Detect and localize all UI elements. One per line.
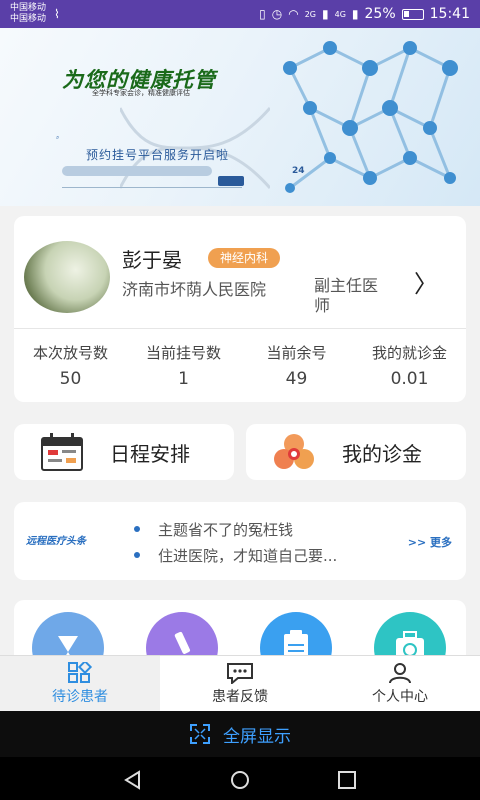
- doctor-avatar: [24, 241, 110, 313]
- stat-label: 当前余号: [266, 344, 327, 362]
- hospital-name: 济南市坏荫人民医院: [122, 280, 267, 299]
- stat-value: 1: [178, 369, 189, 389]
- vibrate-icon: ▯: [259, 7, 266, 21]
- news-item[interactable]: 主题省不了的冤枉钱: [134, 516, 337, 542]
- battery-percent: 25%: [364, 6, 396, 22]
- stat-remaining: 当前余号 49: [240, 342, 353, 389]
- carrier-1: 中国移动: [10, 3, 47, 13]
- fund-button[interactable]: 我的诊金: [246, 424, 466, 480]
- tab-waiting-patients[interactable]: 待诊患者: [0, 656, 160, 711]
- expand-icon: [190, 724, 210, 744]
- grid-icon: [68, 661, 93, 683]
- doctor-title: 副主任医师: [314, 276, 379, 315]
- tab-label: 个人中心: [372, 688, 428, 705]
- wifi-icon: ◠: [288, 7, 299, 21]
- banner-search-icon: ⌕: [56, 134, 60, 141]
- network-type-2: 4G: [334, 9, 346, 19]
- signal-icon-2: ▮: [351, 7, 359, 21]
- banner-submit-button: [218, 176, 244, 186]
- chat-icon: [227, 662, 253, 684]
- recents-icon[interactable]: [336, 769, 358, 791]
- banner-tip-strip: [62, 166, 212, 176]
- user-icon: [389, 662, 411, 683]
- news-card: 远程医疗头条 主题省不了的冤枉钱 住进医院，才知道自己要... >> 更多: [14, 502, 466, 580]
- banner-notice: 预约挂号平台服务开启啦: [86, 148, 230, 162]
- stats-row: 本次放号数 50 当前挂号数 1 当前余号 49 我的就诊金 0.01: [14, 342, 466, 389]
- stat-value: 0.01: [390, 369, 429, 389]
- stat-registered: 当前挂号数 1: [127, 342, 240, 389]
- status-bar: 中国移动 中国移动 ⌇ ▯ ◷ ◠ 2G ▮ 4G ▮ 25% 15:41: [0, 0, 480, 28]
- alarm-icon: ◷: [271, 7, 283, 21]
- carrier-info: 中国移动 中国移动: [10, 3, 46, 25]
- tab-label: 患者反馈: [212, 688, 268, 705]
- home-icon[interactable]: [229, 769, 251, 791]
- schedule-label: 日程安排: [110, 441, 190, 466]
- tab-label: 待诊患者: [52, 688, 108, 705]
- news-logo: 远程医疗头条: [26, 536, 86, 547]
- molecule-graphic: [283, 41, 458, 193]
- coins-icon: [274, 434, 314, 469]
- network-type-1: 2G: [304, 9, 316, 19]
- carrier-2: 中国移动: [10, 14, 47, 24]
- tab-patient-feedback[interactable]: 患者反馈: [160, 656, 320, 711]
- stat-value: 50: [59, 369, 82, 389]
- fullscreen-button[interactable]: 全屏显示: [0, 711, 480, 757]
- banner-subtitle: 全学科专家会诊，精准健康评估: [92, 89, 190, 97]
- doctor-card[interactable]: 彭于晏 神经内科 济南市坏荫人民医院 副主任医师 〉 本次放号数 50 当前挂号…: [14, 216, 466, 402]
- news-item[interactable]: 住进医院，才知道自己要...: [134, 542, 337, 568]
- tab-bar: 待诊患者 患者反馈 个人中心: [0, 655, 480, 711]
- stat-fund: 我的就诊金 0.01: [353, 342, 466, 389]
- stat-label: 我的就诊金: [371, 344, 447, 362]
- news-list: 主题省不了的冤枉钱 住进医院，才知道自己要...: [134, 516, 337, 568]
- chevron-right-icon[interactable]: 〉: [414, 264, 438, 299]
- divider: [14, 328, 466, 329]
- stat-value: 49: [285, 369, 308, 389]
- tab-profile[interactable]: 个人中心: [320, 656, 480, 711]
- stat-label: 本次放号数: [32, 344, 108, 362]
- department-badge: 神经内科: [208, 248, 281, 268]
- news-more-link[interactable]: >> 更多: [408, 534, 452, 550]
- back-icon[interactable]: [122, 769, 144, 791]
- calendar-icon: [41, 433, 83, 471]
- signal-icon: ▮: [322, 7, 329, 21]
- clock: 15:41: [429, 6, 470, 22]
- promo-banner[interactable]: 为您的健康托管 全学科专家会诊，精准健康评估 ⌕ 预约挂号平台服务开启啦 24: [0, 28, 480, 206]
- stat-label: 当前挂号数: [145, 344, 221, 362]
- schedule-button[interactable]: 日程安排: [14, 424, 234, 480]
- fullscreen-label: 全屏显示: [223, 726, 291, 747]
- banner-hotline: 24: [292, 166, 305, 176]
- banner-form-line: [62, 180, 242, 188]
- fund-label: 我的诊金: [342, 441, 422, 466]
- notification-icon: ⌇: [54, 7, 60, 21]
- doctor-name: 彭于晏: [122, 248, 182, 272]
- stat-issued: 本次放号数 50: [14, 342, 127, 389]
- battery-icon: [401, 8, 424, 20]
- system-nav-bar: [0, 757, 480, 800]
